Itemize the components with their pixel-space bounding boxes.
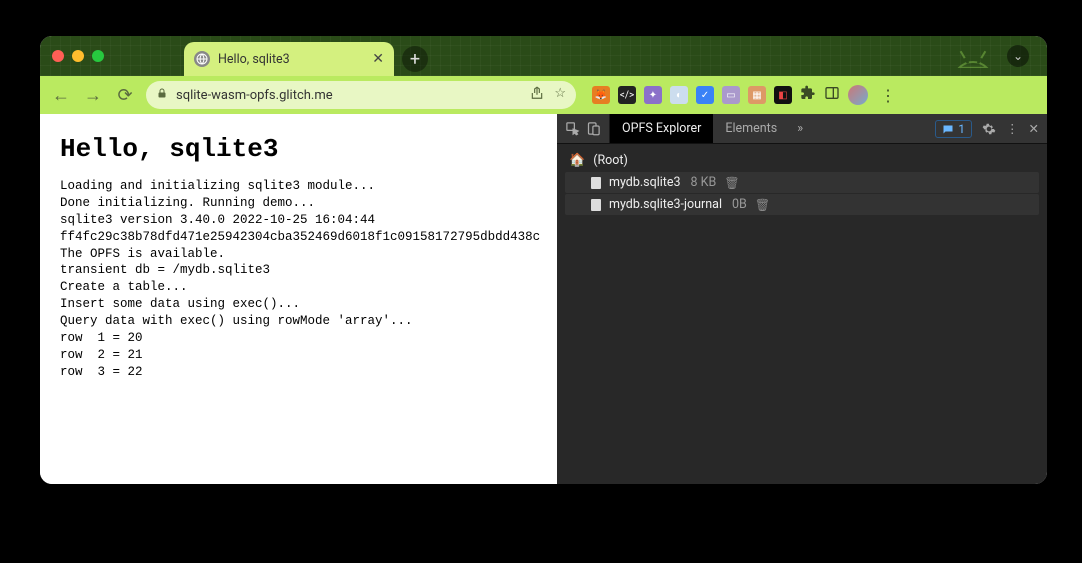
bookmark-star-icon[interactable]: ☆	[554, 86, 566, 104]
file-name: mydb.sqlite3-journal	[609, 197, 722, 212]
file-size: 8 KB	[691, 175, 717, 190]
tab-strip: Hello, sqlite3 ✕ + ⌄	[40, 36, 1047, 76]
extension-icon[interactable]: ◐	[670, 86, 688, 104]
browser-window: Hello, sqlite3 ✕ + ⌄ ← → ⟳ sqlite-wasm-o…	[40, 36, 1047, 484]
share-icon[interactable]	[530, 86, 544, 104]
gear-icon[interactable]	[982, 122, 996, 136]
device-toggle-icon[interactable]	[586, 121, 601, 136]
new-tab-button[interactable]: +	[402, 46, 428, 72]
page-heading: Hello, sqlite3	[60, 134, 541, 164]
side-panel-icon[interactable]	[824, 85, 840, 105]
extensions-area: 🦊 </> ✦ ◐ ✓ ▭ ▦ ◧ ⋮	[592, 85, 900, 105]
console-log: Loading and initializing sqlite3 module.…	[60, 178, 541, 381]
tree-root[interactable]: 🏠 (Root)	[565, 150, 1047, 171]
issues-badge[interactable]: 1	[935, 120, 972, 138]
extension-icon[interactable]: </>	[618, 86, 636, 104]
file-name: mydb.sqlite3	[609, 175, 681, 190]
extension-icon[interactable]: ✦	[644, 86, 662, 104]
extension-icon[interactable]: ▭	[722, 86, 740, 104]
devtools-tab-opfs[interactable]: OPFS Explorer	[610, 114, 713, 143]
url-text: sqlite-wasm-opfs.glitch.me	[176, 88, 522, 103]
file-size: 0B	[732, 197, 747, 212]
trash-icon[interactable]: 🗑	[724, 176, 739, 190]
content-area: Hello, sqlite3 Loading and initializing …	[40, 114, 1047, 484]
browser-tab[interactable]: Hello, sqlite3 ✕	[184, 42, 394, 76]
chevron-down-icon[interactable]: ⌄	[1007, 45, 1029, 67]
tab-title: Hello, sqlite3	[218, 52, 364, 67]
tree-file-row[interactable]: mydb.sqlite3 8 KB 🗑	[565, 172, 1039, 193]
extension-icon[interactable]: ▦	[748, 86, 766, 104]
extension-icon[interactable]: 🦊	[592, 86, 610, 104]
back-button[interactable]: ←	[50, 85, 72, 106]
trash-icon[interactable]: 🗑	[755, 198, 770, 212]
profile-avatar[interactable]	[848, 85, 868, 105]
root-label: (Root)	[593, 153, 628, 168]
close-window-button[interactable]	[52, 50, 64, 62]
extensions-puzzle-icon[interactable]	[800, 85, 816, 105]
file-icon	[591, 199, 601, 211]
page-content: Hello, sqlite3 Loading and initializing …	[40, 114, 557, 484]
lock-icon	[156, 87, 168, 103]
file-icon	[591, 177, 601, 189]
tree-file-row[interactable]: mydb.sqlite3-journal 0B 🗑	[565, 194, 1039, 215]
opfs-tree: 🏠 (Root) mydb.sqlite38 KB🗑mydb.sqlite3-j…	[557, 144, 1047, 484]
folder-icon: 🏠	[569, 153, 585, 168]
fullscreen-window-button[interactable]	[92, 50, 104, 62]
globe-icon	[194, 51, 210, 67]
extension-icon[interactable]: ◧	[774, 86, 792, 104]
extension-icon[interactable]: ✓	[696, 86, 714, 104]
window-controls	[52, 36, 184, 76]
devtools-tab-elements[interactable]: Elements	[713, 114, 789, 143]
inspect-element-icon[interactable]	[565, 121, 580, 136]
devtools-tabbar: OPFS Explorer Elements » 1 ⋮ ✕	[557, 114, 1047, 144]
forward-button[interactable]: →	[82, 85, 104, 106]
browser-menu-icon[interactable]: ⋮	[876, 86, 900, 105]
android-icon	[951, 40, 995, 72]
close-tab-icon[interactable]: ✕	[372, 51, 384, 67]
devtools-close-icon[interactable]: ✕	[1029, 121, 1039, 137]
browser-toolbar: ← → ⟳ sqlite-wasm-opfs.glitch.me ☆ 🦊 </>…	[40, 76, 1047, 114]
devtools-menu-icon[interactable]: ⋮	[1006, 121, 1019, 137]
reload-button[interactable]: ⟳	[114, 85, 136, 106]
issues-count: 1	[958, 122, 965, 136]
devtools-panel: OPFS Explorer Elements » 1 ⋮ ✕	[557, 114, 1047, 484]
devtools-more-tabs-icon[interactable]: »	[789, 114, 811, 143]
minimize-window-button[interactable]	[72, 50, 84, 62]
address-bar[interactable]: sqlite-wasm-opfs.glitch.me ☆	[146, 81, 576, 109]
